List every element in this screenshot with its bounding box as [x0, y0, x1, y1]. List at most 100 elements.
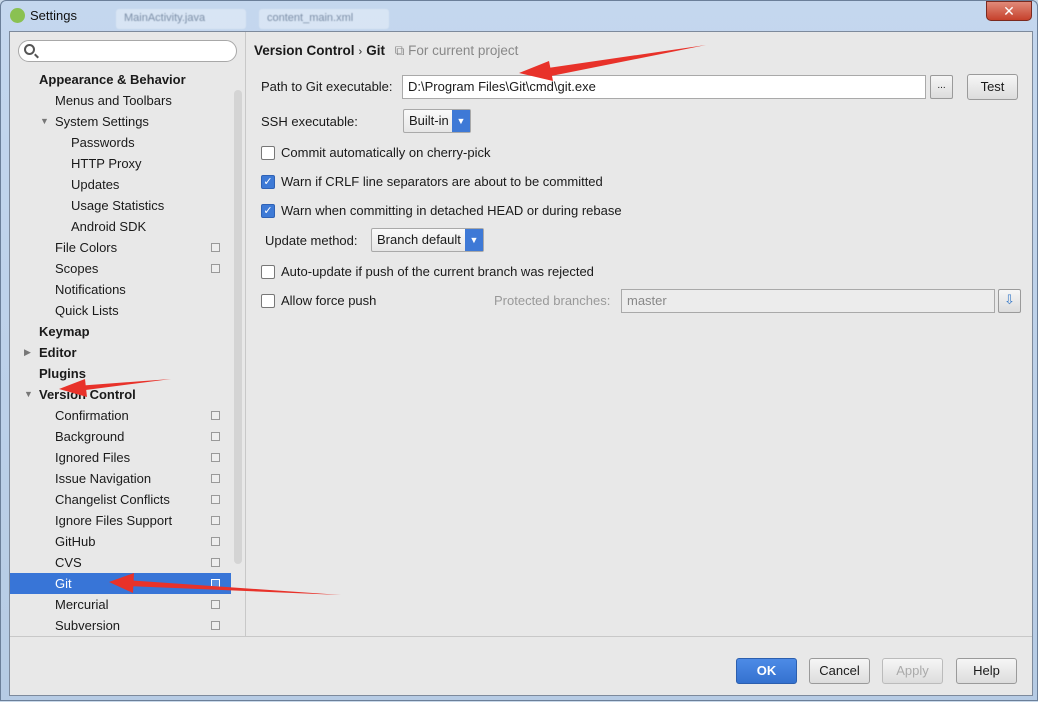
- protected-branches-input[interactable]: master: [621, 289, 995, 313]
- sidebar-item-appearance-behavior[interactable]: Appearance & Behavior: [10, 69, 231, 90]
- sidebar-item-scopes[interactable]: Scopes: [10, 258, 231, 279]
- expand-arrow-icon[interactable]: ▼: [24, 384, 33, 405]
- sidebar-item-label: Subversion: [55, 618, 121, 633]
- sidebar-item-keymap[interactable]: Keymap: [10, 321, 231, 342]
- project-scope-icon: [211, 621, 220, 630]
- sidebar-item-editor[interactable]: ▶ Editor: [10, 342, 231, 363]
- project-scope-label: ⧉ For current project: [394, 43, 519, 58]
- project-scope-icon: [211, 411, 220, 420]
- auto-update-checkbox[interactable]: [261, 265, 275, 279]
- project-scope-icon: [211, 558, 220, 567]
- sidebar-item-mercurial[interactable]: Mercurial: [10, 594, 231, 615]
- sidebar-item-subversion[interactable]: Subversion: [10, 615, 231, 636]
- sidebar-item-android-sdk[interactable]: Android SDK: [10, 216, 231, 237]
- ok-button[interactable]: OK: [736, 658, 797, 684]
- sidebar-item-label: Keymap: [39, 324, 90, 339]
- warn-crlf-checkbox[interactable]: ✓: [261, 175, 275, 189]
- sidebar-item-label: GitHub: [55, 534, 96, 549]
- sidebar-item-usage-statistics[interactable]: Usage Statistics: [10, 195, 231, 216]
- project-scope-icon: [211, 600, 220, 609]
- update-method-label: Update method:: [265, 233, 358, 248]
- sidebar-item-label: Notifications: [55, 282, 126, 297]
- auto-update-label: Auto-update if push of the current branc…: [281, 264, 594, 279]
- close-button[interactable]: ✕: [986, 1, 1032, 21]
- warn-crlf-label: Warn if CRLF line separators are about t…: [281, 174, 603, 189]
- sidebar-item-cvs[interactable]: CVS: [10, 552, 231, 573]
- window-title: Settings: [30, 8, 77, 23]
- project-scope-icon: [211, 453, 220, 462]
- project-scope-icon: [211, 243, 220, 252]
- help-button[interactable]: Help: [956, 658, 1017, 684]
- sidebar-item-http-proxy[interactable]: HTTP Proxy: [10, 153, 231, 174]
- project-scope-icon: [211, 516, 220, 525]
- commit-cherry-pick-checkbox[interactable]: [261, 146, 275, 160]
- sidebar-item-label: System Settings: [55, 114, 149, 129]
- dialog-content: Appearance & Behavior Menus and Toolbars ▼…: [9, 31, 1033, 696]
- sidebar-item-system-settings[interactable]: ▼ System Settings: [10, 111, 231, 132]
- git-path-input[interactable]: D:\Program Files\Git\cmd\git.exe: [402, 75, 926, 99]
- breadcrumb: Version Control › Git ⧉ For current projec…: [254, 43, 518, 59]
- sidebar-item-changelist-conflicts[interactable]: Changelist Conflicts: [10, 489, 231, 510]
- cancel-button[interactable]: Cancel: [809, 658, 870, 684]
- sidebar-item-label: Menus and Toolbars: [55, 93, 172, 108]
- sidebar-item-label: Confirmation: [55, 408, 129, 423]
- sidebar-item-label: Issue Navigation: [55, 471, 152, 486]
- sidebar-item-passwords[interactable]: Passwords: [10, 132, 231, 153]
- expand-arrow-icon[interactable]: ▼: [40, 111, 49, 132]
- sidebar-item-issue-navigation[interactable]: Issue Navigation: [10, 468, 231, 489]
- ssh-value: Built-in: [409, 113, 449, 128]
- breadcrumb-current: Git: [366, 43, 385, 58]
- search-input[interactable]: [18, 40, 237, 62]
- browse-button[interactable]: ...: [930, 75, 953, 99]
- project-scope-icon: [211, 264, 220, 273]
- git-settings-panel: Version Control › Git ⧉ For current projec…: [247, 32, 1032, 636]
- ssh-select[interactable]: Built-in ▼: [403, 109, 471, 133]
- project-scope-icon: [211, 474, 220, 483]
- sidebar-item-label: CVS: [55, 555, 82, 570]
- settings-tree: Appearance & Behavior Menus and Toolbars ▼…: [10, 32, 246, 636]
- chevron-down-icon: ▼: [452, 110, 470, 132]
- test-button[interactable]: Test: [967, 74, 1018, 100]
- update-method-select[interactable]: Branch default ▼: [371, 228, 484, 252]
- sidebar-item-github[interactable]: GitHub: [10, 531, 231, 552]
- sidebar-item-confirmation[interactable]: Confirmation: [10, 405, 231, 426]
- breadcrumb-separator: ›: [358, 46, 363, 58]
- sidebar-item-ignore-files-support[interactable]: Ignore Files Support: [10, 510, 231, 531]
- settings-window: Settings MainActivity.java content_main.…: [0, 0, 1038, 701]
- sidebar-item-label: Version Control: [39, 387, 136, 402]
- project-scope-icon: [211, 432, 220, 441]
- commit-cherry-pick-label: Commit automatically on cherry-pick: [281, 145, 491, 160]
- sidebar-item-quick-lists[interactable]: Quick Lists: [10, 300, 231, 321]
- ssh-label: SSH executable:: [261, 114, 358, 129]
- dialog-footer: OK Cancel Apply Help: [10, 636, 1032, 695]
- edit-branches-icon[interactable]: ⇩: [998, 289, 1021, 313]
- sidebar-item-plugins[interactable]: Plugins: [10, 363, 231, 384]
- sidebar-item-file-colors[interactable]: File Colors: [10, 237, 231, 258]
- warn-detached-checkbox[interactable]: ✓: [261, 204, 275, 218]
- apply-button[interactable]: Apply: [882, 658, 943, 684]
- sidebar-item-label: HTTP Proxy: [71, 156, 142, 171]
- sidebar-item-updates[interactable]: Updates: [10, 174, 231, 195]
- sidebar-item-label: Changelist Conflicts: [55, 492, 170, 507]
- project-scope-icon: [211, 579, 220, 588]
- sidebar-item-label: Plugins: [39, 366, 86, 381]
- sidebar-item-label: File Colors: [55, 240, 118, 255]
- sidebar-item-label: Git: [55, 576, 72, 591]
- sidebar-item-label: Ignore Files Support: [55, 513, 173, 528]
- sidebar-item-label: Ignored Files: [55, 450, 131, 465]
- path-label: Path to Git executable:: [261, 79, 393, 94]
- sidebar-item-label: Android SDK: [71, 219, 147, 234]
- sidebar-item-label: Editor: [39, 345, 77, 360]
- sidebar-item-label: Quick Lists: [55, 303, 119, 318]
- collapse-arrow-icon[interactable]: ▶: [24, 342, 31, 363]
- sidebar-item-git[interactable]: Git: [10, 573, 231, 594]
- sidebar-item-ignored-files[interactable]: Ignored Files: [10, 447, 231, 468]
- warn-detached-label: Warn when committing in detached HEAD or…: [281, 203, 622, 218]
- sidebar-item-label: Usage Statistics: [71, 198, 165, 213]
- sidebar-item-notifications[interactable]: Notifications: [10, 279, 231, 300]
- sidebar-scrollbar[interactable]: [234, 90, 242, 564]
- sidebar-item-version-control[interactable]: ▼ Version Control: [10, 384, 231, 405]
- sidebar-item-menus-and-toolbars[interactable]: Menus and Toolbars: [10, 90, 231, 111]
- sidebar-item-background[interactable]: Background: [10, 426, 231, 447]
- allow-force-push-checkbox[interactable]: [261, 294, 275, 308]
